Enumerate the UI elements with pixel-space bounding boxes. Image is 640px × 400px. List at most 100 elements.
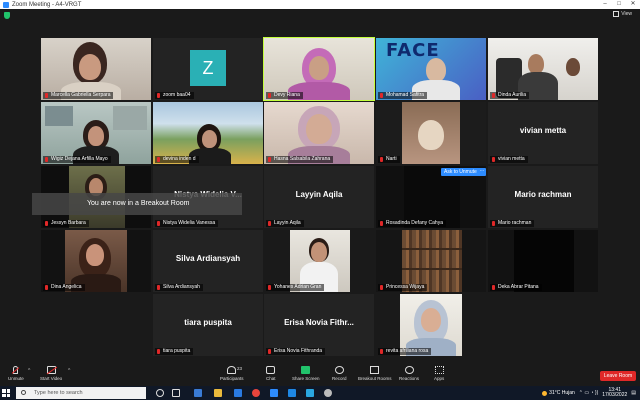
participant-name: Deka Abrar Pitana xyxy=(490,284,542,291)
participant-tile[interactable]: Silva Ardiansyah Silva Ardiansyah xyxy=(153,230,263,292)
participant-display-name: Mario rachman xyxy=(514,190,572,199)
close-button[interactable]: ✕ xyxy=(626,0,640,9)
tile-more-options-button[interactable]: ··· xyxy=(478,168,486,176)
participant-video: FACE xyxy=(376,38,486,100)
weather-widget[interactable]: 31°C Hujan xyxy=(542,390,575,396)
participant-video xyxy=(264,38,374,100)
meeting-top-strip: View xyxy=(0,9,640,21)
mail-icon[interactable] xyxy=(288,389,296,397)
notifications-icon[interactable]: ▤ xyxy=(631,390,636,396)
participant-tile[interactable]: Hasna Salsabila Zahrana xyxy=(264,102,374,164)
reactions-button[interactable]: Reactions xyxy=(399,366,419,381)
participant-video xyxy=(153,102,263,164)
participant-name: Erisa Novia Fithranda xyxy=(266,348,326,355)
participant-video xyxy=(488,38,598,100)
app-taskbar-icon[interactable] xyxy=(306,389,314,397)
participant-tile[interactable]: Yohanes Adrian Gran xyxy=(264,230,374,292)
participant-tile[interactable]: Princessa Wijaya xyxy=(376,230,486,292)
participant-display-name: Silva Ardiansyah xyxy=(175,254,241,263)
grid-view-icon xyxy=(613,11,620,17)
participant-tile[interactable]: Narti xyxy=(376,102,486,164)
participant-tile-active-speaker[interactable]: Devy Riana xyxy=(263,37,375,101)
ask-to-unmute-button[interactable]: Ask to Unmute xyxy=(441,168,480,176)
cortana-icon[interactable] xyxy=(156,389,164,397)
participant-name: zoom baa04 xyxy=(155,92,194,99)
apps-button[interactable]: Apps xyxy=(434,366,444,381)
participant-display-name: Erisa Novia Fithr... xyxy=(284,318,354,327)
chat-label: Chat xyxy=(266,376,276,381)
participant-tile[interactable]: Dina Angelica xyxy=(41,230,151,292)
share-screen-button[interactable]: Share Screen xyxy=(292,366,320,381)
chrome-icon[interactable] xyxy=(252,389,260,397)
share-screen-label: Share Screen xyxy=(292,376,320,381)
record-button[interactable]: Record xyxy=(332,366,347,381)
participant-tile[interactable]: Wigiz Dejana Arfilla Mayo xyxy=(41,102,151,164)
share-screen-icon xyxy=(301,366,311,374)
participant-tile[interactable]: FACE Mohamad Safitra xyxy=(376,38,486,100)
zoom-app-icon xyxy=(3,1,9,8)
store-icon[interactable] xyxy=(234,389,242,397)
apps-icon xyxy=(434,366,444,374)
minimize-button[interactable]: – xyxy=(598,0,612,9)
task-view-icon[interactable] xyxy=(172,389,180,397)
participant-video xyxy=(41,230,151,292)
security-shield-icon[interactable] xyxy=(4,12,10,19)
unmute-button[interactable]: Unmute xyxy=(8,366,24,381)
breakout-rooms-icon xyxy=(370,366,380,374)
windows-taskbar: Type here to search 31°C Hujan ⌃ ▭ ◔ )) … xyxy=(0,386,640,400)
participant-tile[interactable]: Mario rachman Mario rachman xyxy=(488,166,598,228)
file-explorer-icon[interactable] xyxy=(214,389,222,397)
weather-text: 31°C Hujan xyxy=(549,390,575,396)
participant-tile[interactable]: Dinda Aurilia xyxy=(488,38,598,100)
participant-name: Devy Riana xyxy=(266,92,303,99)
participant-name: Rosadinda Defany Cahya xyxy=(378,220,446,227)
participant-name: tiara puspita xyxy=(155,348,194,355)
start-video-button[interactable]: Start Video xyxy=(40,366,62,381)
search-icon xyxy=(21,390,26,395)
maximize-button[interactable]: □ xyxy=(612,0,626,9)
clock-date: 17/03/2022 xyxy=(602,392,628,398)
taskbar-search-input[interactable]: Type here to search xyxy=(16,387,146,399)
participant-tile[interactable]: Marcella Gabriella Serpara xyxy=(41,38,151,100)
search-placeholder: Type here to search xyxy=(34,390,83,396)
edge-browser-icon[interactable] xyxy=(194,389,202,397)
participant-video xyxy=(41,38,151,100)
breakout-rooms-button[interactable]: Breakout Rooms xyxy=(358,366,392,381)
participant-name: vivian metta xyxy=(490,156,528,163)
view-button[interactable]: View xyxy=(613,11,632,17)
participant-tile[interactable]: devina inden d xyxy=(153,102,263,164)
apps-label: Apps xyxy=(434,376,445,381)
participant-video xyxy=(376,294,486,356)
participant-tile[interactable]: Erisa Novia Fithr... Erisa Novia Fithran… xyxy=(264,294,374,356)
participant-name: Jessyn Barbara xyxy=(43,220,89,227)
participants-label: Participants xyxy=(220,376,244,381)
participant-tile[interactable]: vivian metta vivian metta xyxy=(488,102,598,164)
participant-tile[interactable]: Layyin Aqila Layyin Aqila xyxy=(264,166,374,228)
start-video-label: Start Video xyxy=(40,376,63,381)
clock[interactable]: 13:41 17/03/2022 xyxy=(602,388,627,398)
participant-tile[interactable]: tiara puspita tiara puspita xyxy=(153,294,263,356)
meeting-toolbar: Unmute ^ Start Video ^ Participants 23 C… xyxy=(0,364,640,386)
participant-name: Princessa Wijaya xyxy=(378,284,428,291)
participant-avatar: Z xyxy=(190,50,226,86)
participant-video xyxy=(376,102,486,164)
video-options-caret-icon[interactable]: ^ xyxy=(68,368,70,374)
window-controls: – □ ✕ xyxy=(598,0,640,9)
participants-count: 23 xyxy=(237,366,243,371)
record-label: Record xyxy=(332,376,347,381)
participant-tile[interactable]: Z zoom baa04 xyxy=(153,38,263,100)
leave-room-button[interactable]: Leave Room xyxy=(600,371,636,381)
tray-icons[interactable]: ⌃ ▭ ◔ )) xyxy=(579,390,598,396)
zoom-taskbar-icon[interactable] xyxy=(270,389,278,397)
settings-gear-icon[interactable] xyxy=(324,389,332,397)
window-title: Zoom Meeting - A4-VRGT xyxy=(12,1,82,8)
participant-tile[interactable]: revita afriliana rosa xyxy=(376,294,486,356)
chat-button[interactable]: Chat xyxy=(266,366,276,381)
weather-icon xyxy=(542,390,548,396)
participant-tile[interactable]: Deka Abrar Pitana xyxy=(488,230,598,292)
windows-start-icon[interactable] xyxy=(2,389,10,397)
participant-video xyxy=(264,230,374,292)
audio-options-caret-icon[interactable]: ^ xyxy=(28,368,30,374)
zoom-window: Zoom Meeting - A4-VRGT – □ ✕ View Marcel… xyxy=(0,0,640,400)
system-tray: 31°C Hujan ⌃ ▭ ◔ )) 13:41 17/03/2022 ▤ xyxy=(542,386,640,400)
